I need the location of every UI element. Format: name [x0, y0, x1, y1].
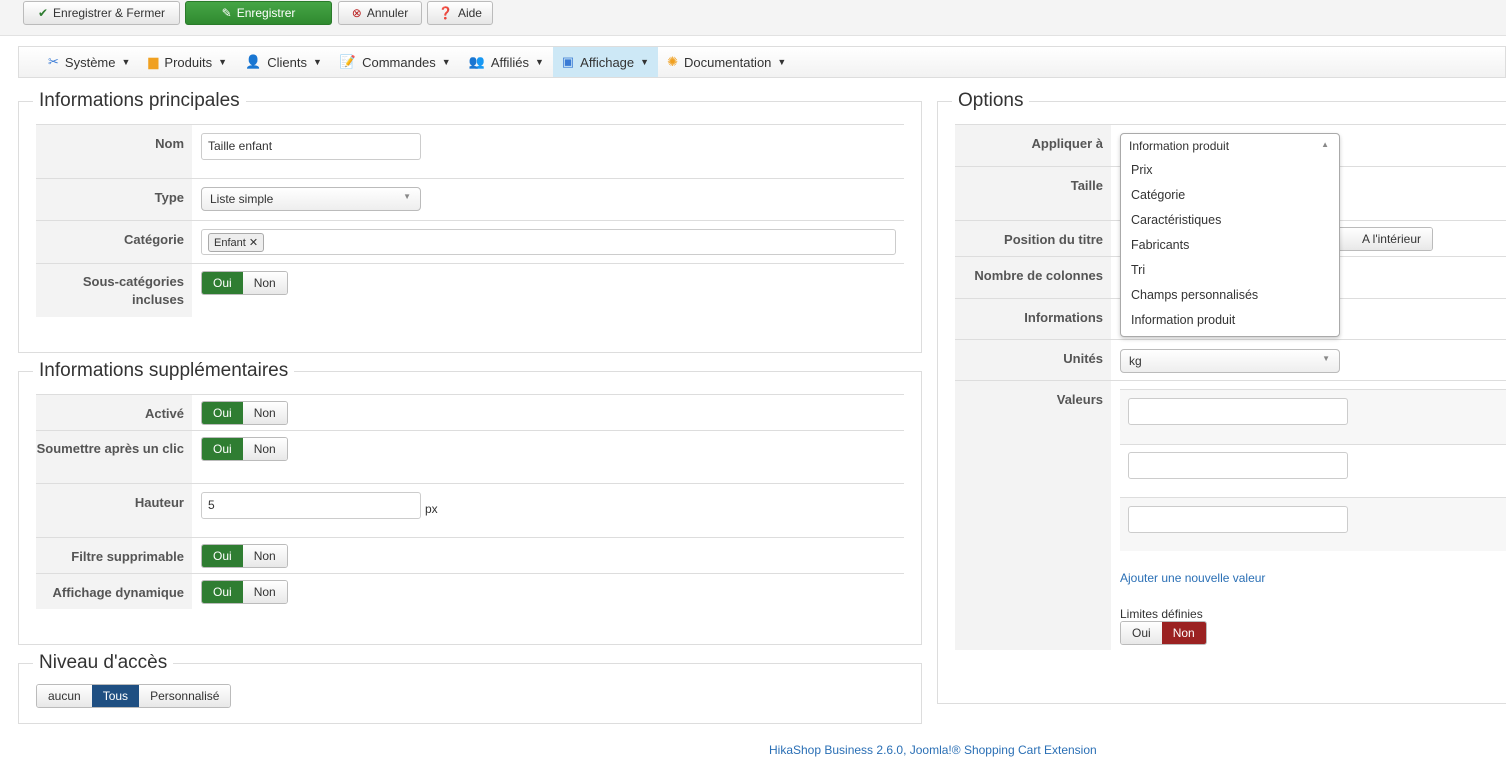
apply-to-selected[interactable]: Information produit ▲: [1121, 134, 1339, 158]
subcat-toggle[interactable]: Oui Non: [201, 271, 288, 295]
apply-label: Appliquer à: [955, 125, 1111, 166]
remove-tag-icon[interactable]: ✕: [249, 237, 258, 249]
value-input-3[interactable]: [1128, 506, 1348, 533]
save-close-button[interactable]: ✔ Enregistrer & Fermer: [23, 1, 180, 25]
name-label: Nom: [36, 125, 192, 178]
active-toggle[interactable]: Oui Non: [201, 401, 288, 425]
option-champs[interactable]: Champs personnalisés: [1121, 283, 1339, 308]
value-input-1[interactable]: [1128, 398, 1348, 425]
type-select[interactable]: Liste simple ▼: [201, 187, 421, 211]
menu-affiliates[interactable]: 👥 Affiliés ▼: [460, 47, 553, 77]
category-tag: Enfant ✕: [208, 233, 265, 252]
removable-toggle[interactable]: Oui Non: [201, 544, 288, 568]
main-info-legend: Informations principales: [33, 90, 246, 112]
category-input[interactable]: Enfant ✕: [201, 229, 896, 255]
option-tri[interactable]: Tri: [1121, 258, 1339, 283]
subcat-label: Sous-catégories incluses: [36, 264, 192, 317]
menu-documentation[interactable]: ✺ Documentation ▼: [658, 47, 795, 77]
limits-label: Limites définies: [1120, 607, 1203, 621]
extra-info-legend: Informations supplémentaires: [33, 360, 295, 382]
help-button[interactable]: ❓ Aide: [427, 1, 493, 25]
option-categorie[interactable]: Catégorie: [1121, 183, 1339, 208]
submit-toggle[interactable]: Oui Non: [201, 437, 288, 461]
footer-link[interactable]: HikaShop Business 2.6.0, Joomla!® Shoppi…: [769, 743, 1097, 757]
active-label: Activé: [36, 395, 192, 430]
access-level-toggle[interactable]: aucun Tous Personnalisé: [36, 684, 232, 708]
value-input-2[interactable]: [1128, 452, 1348, 479]
apply-to-dropdown[interactable]: Information produit ▲ Prix Catégorie Cara…: [1120, 133, 1340, 337]
height-unit: px: [425, 502, 438, 516]
edit-icon: ✎: [221, 6, 232, 20]
options-legend: Options: [952, 90, 1030, 112]
values-label: Valeurs: [955, 381, 1111, 650]
cancel-icon: ⊗: [351, 6, 362, 20]
main-menu: ✂ Système ▼ ▆ Produits ▼ 👤 Clients ▼ 📝 Commande…: [18, 46, 1506, 78]
display-icon: ▣: [561, 54, 575, 69]
size-label: Taille: [955, 167, 1111, 220]
chevron-down-icon: ▼: [1322, 354, 1330, 363]
height-label: Hauteur: [36, 484, 192, 537]
name-input[interactable]: Taille enfant: [201, 133, 421, 160]
affiliate-icon: 👥: [468, 54, 485, 69]
height-input[interactable]: 5: [201, 492, 421, 519]
units-label: Unités: [955, 340, 1111, 380]
chevron-up-icon: ▲: [1321, 140, 1329, 149]
option-information-produit[interactable]: Information produit: [1121, 308, 1339, 333]
menu-orders[interactable]: 📝 Commandes ▼: [331, 47, 460, 77]
removable-label: Filtre supprimable: [36, 538, 192, 573]
dynamic-label: Affichage dynamique: [36, 574, 192, 609]
menu-display[interactable]: ▣ Affichage ▼: [552, 47, 659, 77]
option-fabricants[interactable]: Fabricants: [1121, 233, 1339, 258]
help-icon: ❓: [438, 6, 453, 20]
dynamic-toggle[interactable]: Oui Non: [201, 580, 288, 604]
tools-icon: ✂: [48, 54, 59, 69]
title-position-toggle[interactable]: A l'intérieur: [1330, 227, 1433, 251]
option-caracteristiques[interactable]: Caractéristiques: [1121, 208, 1339, 233]
menu-system[interactable]: ✂ Système ▼: [39, 47, 139, 77]
chevron-down-icon: ▼: [403, 192, 411, 201]
menu-products[interactable]: ▆ Produits ▼: [139, 47, 236, 77]
add-value-link[interactable]: Ajouter une nouvelle valeur: [1120, 571, 1265, 585]
users-icon: 👤: [245, 54, 262, 69]
units-select[interactable]: kg ▼: [1120, 349, 1340, 373]
title-position-label: Position du titre: [955, 221, 1111, 256]
access-legend: Niveau d'accès: [33, 652, 174, 674]
toolbar: ✔ Enregistrer & Fermer ✎ Enregistrer ⊗ Annu…: [0, 0, 1506, 36]
submit-label: Soumettre après un clic: [36, 431, 192, 483]
limits-toggle[interactable]: Oui Non: [1120, 621, 1207, 645]
information-label: Informations: [955, 299, 1111, 339]
save-button[interactable]: ✎ Enregistrer: [185, 1, 332, 25]
menu-customers[interactable]: 👤 Clients ▼: [236, 47, 331, 77]
option-prix[interactable]: Prix: [1121, 158, 1339, 183]
check-icon: ✔: [37, 6, 49, 20]
orders-icon: 📝: [339, 54, 357, 69]
type-label: Type: [36, 179, 192, 220]
category-label: Catégorie: [36, 221, 192, 263]
lifebuoy-icon: ✺: [667, 54, 678, 69]
box-icon: ▆: [148, 54, 159, 69]
cancel-button[interactable]: ⊗ Annuler: [338, 1, 422, 25]
columns-label: Nombre de colonnes: [955, 257, 1111, 298]
